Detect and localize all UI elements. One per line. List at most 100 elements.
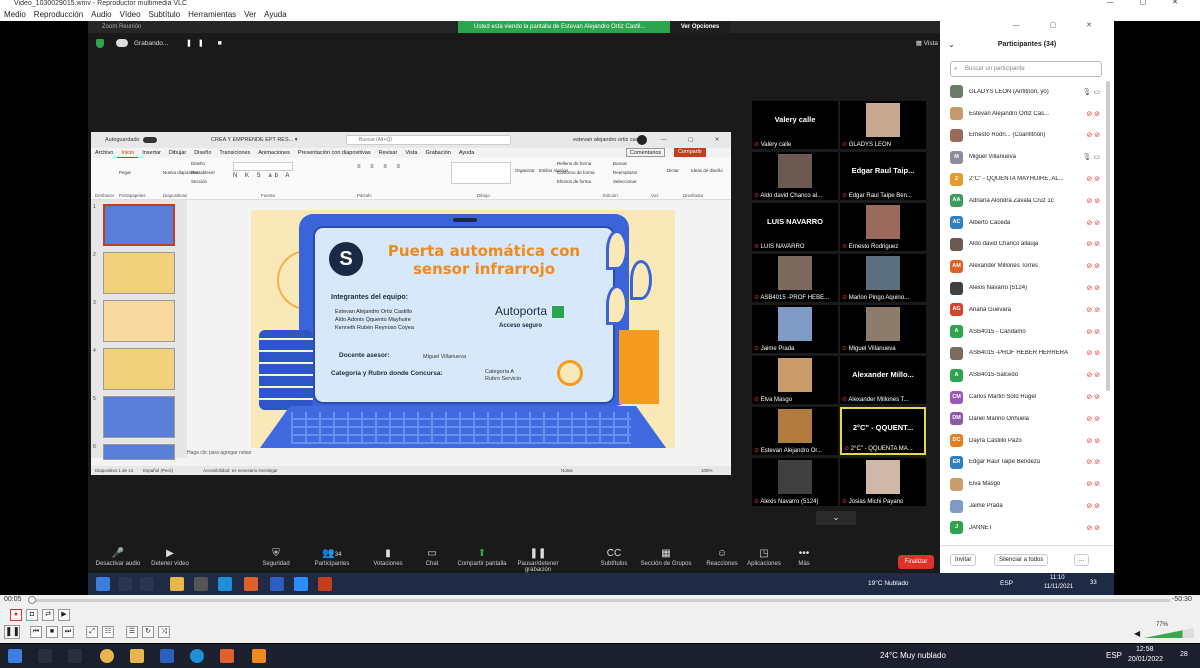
shield-button[interactable]: ⛨ Seguridad [246,547,306,567]
mic-muted-icon[interactable]: ⊘ ⊘ [1086,131,1100,139]
previous-button[interactable]: ⏮ [30,626,42,638]
slide-thumbnail[interactable] [103,348,175,390]
slide-thumbnail[interactable] [103,444,175,460]
participant-row[interactable]: Jaime Prada ⊘ ⊘ [940,495,1106,517]
notes-toggle[interactable]: Notas [561,466,573,475]
vlc-menu-item[interactable]: Vídeo [116,10,145,19]
edge-icon[interactable] [190,649,204,663]
playlist-button[interactable]: ☰ [126,626,138,638]
breakout-button[interactable]: ▦ Sección de Grupos [636,547,696,567]
ribbon-button[interactable]: Seleccionar [613,179,637,184]
participant-search-input[interactable]: ⌕ Buscar un participante [950,61,1102,77]
vlc-menu-item[interactable]: Medio [0,10,30,19]
slide-thumbnail[interactable] [103,396,175,438]
participant-row[interactable]: CM Carlos Martin Soto Rugel ⊘ ⊘ [940,386,1106,408]
local-notif-badge[interactable]: 28 [1180,651,1188,658]
participant-row[interactable]: J JANNET ⊘ ⊘ [940,517,1106,539]
chrome-icon[interactable] [100,649,114,663]
ribbon-button[interactable]: Organizar [515,168,535,173]
next-button[interactable]: ⏭ [62,626,74,638]
mic-muted-icon[interactable]: ⊘ ⊘ [1086,110,1100,118]
participant-video-tile[interactable]: ⊘ Aldo david Chanco al... [752,152,838,200]
participant-video-tile[interactable]: ⊘ Marlon Pingo Aquino... [840,254,926,302]
mic-muted-icon[interactable]: ⊘ ⊘ [1086,371,1100,379]
share-screen-button[interactable]: ⬆ Compartir pantalla [452,547,512,567]
mic-muted-icon[interactable]: ⊘ ⊘ [1086,437,1100,445]
mic-muted-icon[interactable]: ⊘ ⊘ [1086,524,1100,532]
zoom-level[interactable]: 106% [701,466,713,475]
participant-video-tile[interactable]: ⊘ Alexis Navarro (5124) [752,458,838,506]
ppt-tab[interactable]: Animaciones [254,148,294,158]
end-meeting-button[interactable]: Finalizar [898,555,934,569]
autosave-toggle[interactable] [143,137,157,143]
speaker-icon[interactable]: ◀ [1134,629,1140,638]
participant-row[interactable]: ASB4015 -PROF HEBER HERRERA ⊘ ⊘ [940,343,1106,365]
windows-start-icon[interactable] [8,649,22,663]
mic-on-icon[interactable]: 🎙 ▭ [1083,88,1100,96]
mic-muted-icon[interactable]: ⊘ ⊘ [1086,349,1100,357]
ppt-tab[interactable]: Grabación [421,148,454,158]
participant-video-tile[interactable]: ⊘ Estevan Alejandro Or... [752,407,838,455]
slide-thumbnail[interactable] [103,252,175,294]
participant-video-tile[interactable]: 2°C" - QQUENT... ⊘ 2°C" - QQUENTA MA... [840,407,926,455]
user-avatar[interactable] [637,135,647,145]
participant-row[interactable]: ER Edgar Raul Taipe Bendezú ⊘ ⊘ [940,452,1106,474]
participant-row[interactable]: Elva Masgo ⊘ ⊘ [940,473,1106,495]
participant-row[interactable]: GLADYS LEON (Anfitrión, yo) 🎙 ▭ [940,81,1106,103]
participant-row[interactable]: AM Alexander Millones Torres ⊘ ⊘ [940,255,1106,277]
loop-button[interactable]: ↻ [142,626,154,638]
mic-muted-icon[interactable]: ⊘ ⊘ [1086,328,1100,336]
view-options-button[interactable]: Ver Opciones [670,21,730,33]
participant-row[interactable]: DM Dariel Mariño Orihuela ⊘ ⊘ [940,408,1106,430]
snapshot-icon[interactable]: ◘ [26,609,38,621]
mic-muted-icon[interactable]: ⊘ ⊘ [1086,175,1100,183]
comments-button[interactable]: Comentarios [626,148,666,157]
participant-row[interactable]: M Miguel Villanueva 🎙 ▭ [940,146,1106,168]
ribbon-button[interactable]: Relleno de forma [557,161,591,166]
loop-ab-icon[interactable]: ⇄ [42,609,54,621]
ppt-tab[interactable]: Archivo [91,148,117,158]
ppt-tab[interactable]: Insertar [138,148,165,158]
participant-video-tile[interactable]: Alexander Millo... ⊘ Alexander Millones T… [840,356,926,404]
file-explorer-icon[interactable] [130,649,144,663]
seek-knob[interactable] [28,596,36,604]
mic-muted-icon[interactable]: ⊘ ⊘ [1086,393,1100,401]
participant-video-tile[interactable]: LUIS NAVARRO ⊘ LUIS NAVARRO [752,203,838,251]
share-button[interactable]: Compartir [674,148,707,157]
task-view-icon[interactable] [68,649,82,663]
ribbon-button[interactable]: Ideas de diseño [691,168,723,173]
participant-video-tile[interactable]: ⊘ ASB4015 -PROF HEBE... [752,254,838,302]
mic-muted-icon[interactable]: ⊘ ⊘ [1086,306,1100,314]
vlc-menu-item[interactable]: Reproducción [30,10,87,19]
stop-button[interactable]: ■ [46,626,58,638]
participant-video-tile[interactable]: ⊘ Josias Michi Payano [840,458,926,506]
file-name[interactable]: CREA Y EMPRENDE EPT RES... ▾ [211,132,298,148]
slide-thumbnail[interactable] [103,300,175,342]
shapes-gallery[interactable] [451,162,511,184]
vlc-icon[interactable] [252,649,266,663]
mic-muted-icon[interactable]: ⊘ ⊘ [1086,502,1100,510]
ribbon-button[interactable]: Buscar [613,161,627,166]
word-icon[interactable] [160,649,174,663]
view-button[interactable]: ▦ Vista [916,39,938,47]
window-controls[interactable]: — ▢ ✕ [1107,0,1190,6]
participant-row[interactable]: A ASB4015-Salcedo ⊘ ⊘ [940,364,1106,386]
participant-row[interactable]: AG Ariana Guevara ⊘ ⊘ [940,299,1106,321]
ppt-tab[interactable]: Transiciones [215,148,254,158]
participant-row[interactable]: A ASB4015 - Candamo ⊘ ⊘ [940,321,1106,343]
seek-bar[interactable] [28,596,1170,604]
recording-controls[interactable]: ❚❚ ■ [186,39,228,47]
mic-muted-icon[interactable]: ⊘ ⊘ [1086,219,1100,227]
participant-video-tile[interactable]: ⊘ GLADYS LEON [840,101,926,149]
ribbon-button[interactable]: Diseño [191,161,205,166]
font-format-buttons[interactable]: N K S ab A [233,173,292,179]
participant-video-tile[interactable]: Edgar Raul Taip... ⊘ Edgar Raul Taipe Ben… [840,152,926,200]
ribbon-button[interactable]: Sección [191,179,207,184]
ppt-tab[interactable]: Inicio [117,148,139,158]
vlc-menu-item[interactable]: Herramientas [184,10,240,19]
participant-row[interactable]: AC Alberto Caceda ⊘ ⊘ [940,212,1106,234]
mic-muted-icon[interactable]: ⊘ ⊘ [1086,480,1100,488]
gallery-scroll-down-button[interactable]: ⌄ [816,511,856,525]
participant-video-tile[interactable]: ⊘ Elva Masgo [752,356,838,404]
extended-settings-button[interactable]: ☷ [102,626,114,638]
